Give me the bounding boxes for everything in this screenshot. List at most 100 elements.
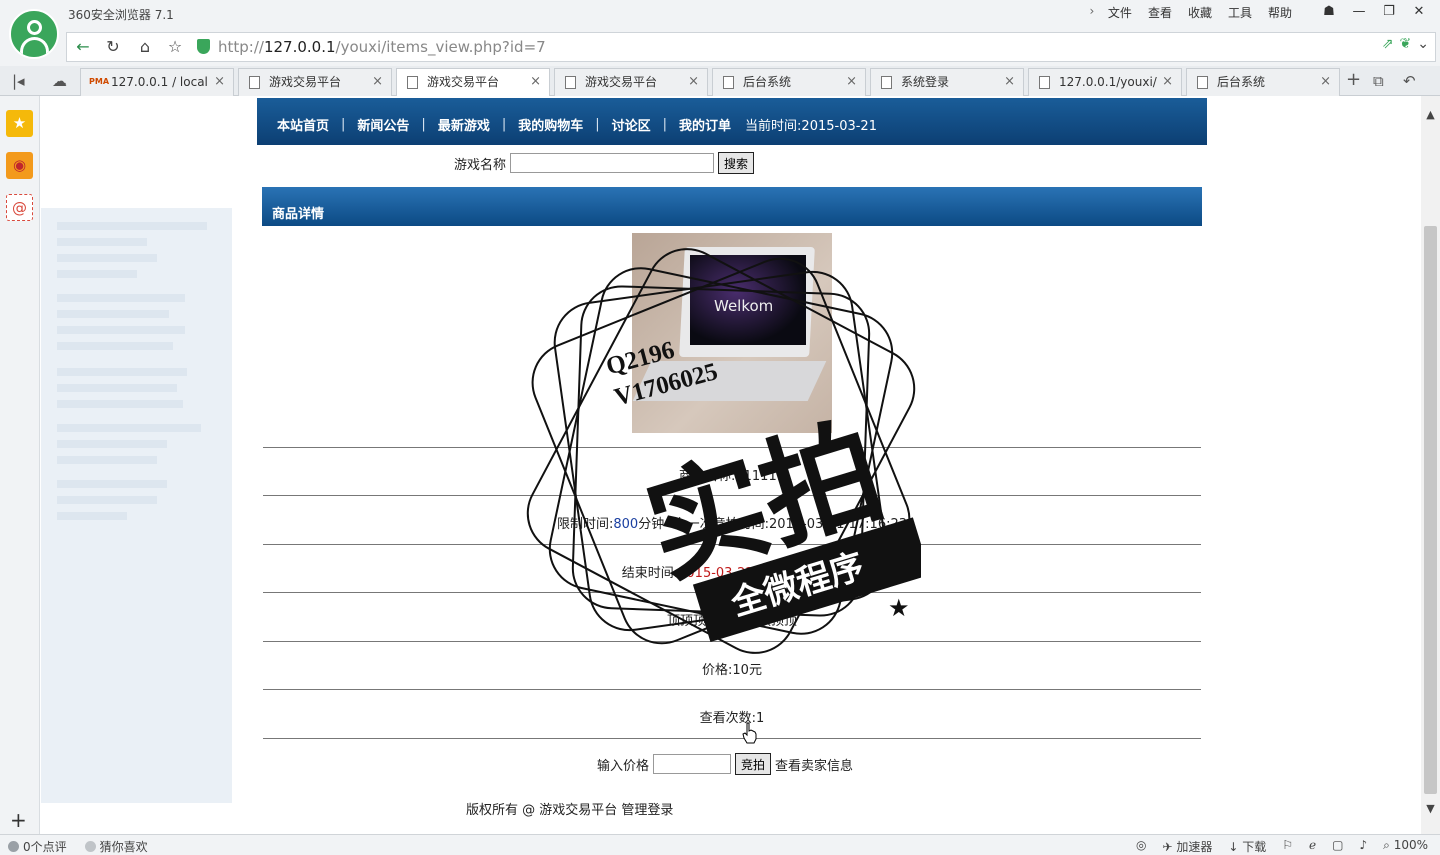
star-icon[interactable]: ☆ [163, 36, 187, 58]
left-sidebar: ★ ◉ @ + [0, 96, 40, 834]
row-divider [263, 689, 1201, 690]
bid-price-input[interactable] [653, 754, 732, 774]
title-bar: 360安全浏览器 7.1 › 文件 查看 收藏 工具 帮助 ☗ — ❐ ✕ [0, 0, 1440, 28]
search-label: 游戏名称 [454, 157, 507, 173]
add-icon[interactable]: + [10, 808, 27, 832]
weibo-icon[interactable]: ◉ [6, 152, 33, 179]
copyright-text: 版权所有 @ 游戏交易平台 [466, 803, 618, 818]
ie-icon[interactable]: ℯ [1309, 838, 1316, 855]
download-button[interactable]: ↓ 下载 [1228, 838, 1266, 855]
bid-button[interactable]: 竞拍 [735, 753, 772, 775]
refresh-icon[interactable]: ↻ [101, 36, 125, 58]
maximize-button[interactable]: ❐ [1376, 2, 1402, 22]
tab-item[interactable]: 系统登录 × [870, 68, 1024, 96]
chevron-down-icon[interactable]: ⌄ [1417, 36, 1429, 52]
menu-tools[interactable]: 工具 [1220, 4, 1260, 21]
page-icon [881, 76, 892, 89]
row-divider [263, 495, 1201, 496]
chevron-right-icon[interactable]: › [1084, 4, 1100, 21]
close-tab-icon[interactable]: × [1320, 69, 1331, 95]
page-icon [1197, 76, 1208, 89]
leaf-icon[interactable]: ❦ [1400, 36, 1412, 52]
cloud-icon[interactable]: ☁ [52, 72, 67, 90]
nav-home-link[interactable]: 本站首页 [277, 115, 329, 134]
menu-favorites[interactable]: 收藏 [1180, 4, 1220, 21]
tab-item[interactable]: 后台系统 × [712, 68, 866, 96]
nav-separator: | [341, 117, 346, 132]
tab-item[interactable]: 后台系统 × [1186, 68, 1340, 96]
tab-item[interactable]: 127.0.0.1/youxi/ × [1028, 68, 1182, 96]
nav-forum-link[interactable]: 讨论区 [612, 115, 651, 134]
limit-minutes: 800 [613, 517, 639, 532]
search-input[interactable] [510, 153, 715, 173]
scroll-thumb[interactable] [1424, 226, 1437, 794]
safety-icon[interactable]: ◎ [1136, 838, 1146, 855]
search-button[interactable]: 搜索 [718, 152, 755, 174]
window-controls: ☗ — ❐ ✕ [1316, 2, 1432, 22]
home-icon[interactable]: ⌂ [133, 36, 157, 58]
close-tab-icon[interactable]: × [530, 69, 541, 95]
product-image: Welkom [632, 233, 832, 433]
menu-view[interactable]: 查看 [1140, 4, 1180, 21]
share-icon[interactable]: ⇗ [1382, 36, 1394, 52]
nav-games-link[interactable]: 最新游戏 [438, 115, 490, 134]
page-icon [249, 76, 260, 89]
window-icon[interactable]: ▢ [1332, 838, 1343, 855]
accelerator-button[interactable]: ✈ 加速器 [1162, 838, 1212, 855]
menu-file[interactable]: 文件 [1100, 4, 1140, 21]
nav-separator: | [595, 117, 600, 132]
heart-icon [84, 841, 96, 852]
price-row: 价格:10元 [702, 663, 762, 678]
sidebar-toggle-icon[interactable]: |◂ [12, 72, 25, 90]
view-seller-link[interactable]: 查看卖家信息 [775, 755, 853, 774]
bid-row: 输入价格 竞拍 查看卖家信息 [597, 753, 853, 775]
new-tab-icon[interactable]: + [1346, 69, 1361, 90]
close-tab-icon[interactable]: × [1004, 69, 1015, 95]
tab-item[interactable]: 游戏交易平台 × [554, 68, 708, 96]
nav-separator: | [421, 117, 426, 132]
web-page: 本站首页 | 新闻公告 | 最新游戏 | 我的购物车 | 讨论区 | 我的订单 … [41, 96, 1421, 834]
row-divider [263, 544, 1201, 545]
flag-icon[interactable]: ⚐ [1282, 838, 1293, 855]
app-title: 360安全浏览器 7.1 [68, 8, 174, 22]
tab-item-active[interactable]: 游戏交易平台 × [396, 68, 550, 97]
close-window-button[interactable]: ✕ [1406, 2, 1432, 22]
views-row: 查看次数:1 [699, 711, 765, 726]
minimize-button[interactable]: — [1346, 2, 1372, 22]
undo-close-icon[interactable]: ↶ [1403, 72, 1416, 90]
star-icon: ★ [654, 652, 676, 656]
vertical-scrollbar[interactable]: ▲ ▼ [1421, 96, 1440, 834]
scroll-up-icon[interactable]: ▲ [1421, 108, 1440, 121]
close-tab-icon[interactable]: × [372, 69, 383, 95]
tab-list-icon[interactable]: ⧉ [1373, 72, 1384, 90]
skin-icon[interactable]: ☗ [1316, 2, 1342, 22]
close-tab-icon[interactable]: × [214, 69, 225, 95]
close-tab-icon[interactable]: × [846, 69, 857, 95]
url-input[interactable]: http://127.0.0.1/youxi/items_view.php?id… [218, 36, 546, 58]
comments-status[interactable]: 0个点评 [8, 838, 67, 855]
menu-help[interactable]: 帮助 [1260, 4, 1300, 21]
end-time-value: 2015-03-22 06:36:23 [678, 566, 817, 581]
sound-icon[interactable]: ♪ [1359, 838, 1367, 855]
zoom-icon: ⌕ [1383, 838, 1390, 852]
mail-icon[interactable]: @ [6, 194, 33, 221]
menu-bar: › 文件 查看 收藏 工具 帮助 [1084, 4, 1300, 21]
user-avatar-icon[interactable] [9, 9, 59, 59]
favorites-star-icon[interactable]: ★ [6, 110, 33, 137]
nav-cart-link[interactable]: 我的购物车 [518, 115, 583, 134]
nav-separator: | [501, 117, 507, 132]
admin-login-link[interactable]: 管理登录 [621, 803, 673, 818]
scroll-down-icon[interactable]: ▼ [1421, 802, 1440, 815]
guess-status[interactable]: 猜你喜欢 [84, 838, 148, 855]
close-tab-icon[interactable]: × [688, 69, 699, 95]
pma-icon: PMA [89, 77, 110, 86]
zoom-status[interactable]: ⌕ 100% [1383, 838, 1428, 855]
tab-item[interactable]: 游戏交易平台 × [238, 68, 392, 96]
back-icon[interactable]: ← [71, 36, 95, 58]
nav-news-link[interactable]: 新闻公告 [357, 115, 409, 134]
tab-bar: |◂ ☁ PMA 127.0.0.1 / local × 游戏交易平台 × 游戏… [0, 66, 1440, 97]
tab-item[interactable]: PMA 127.0.0.1 / local × [80, 68, 234, 96]
nav-orders-link[interactable]: 我的订单 [679, 115, 731, 134]
close-tab-icon[interactable]: × [1162, 69, 1173, 95]
page-icon [565, 76, 576, 89]
